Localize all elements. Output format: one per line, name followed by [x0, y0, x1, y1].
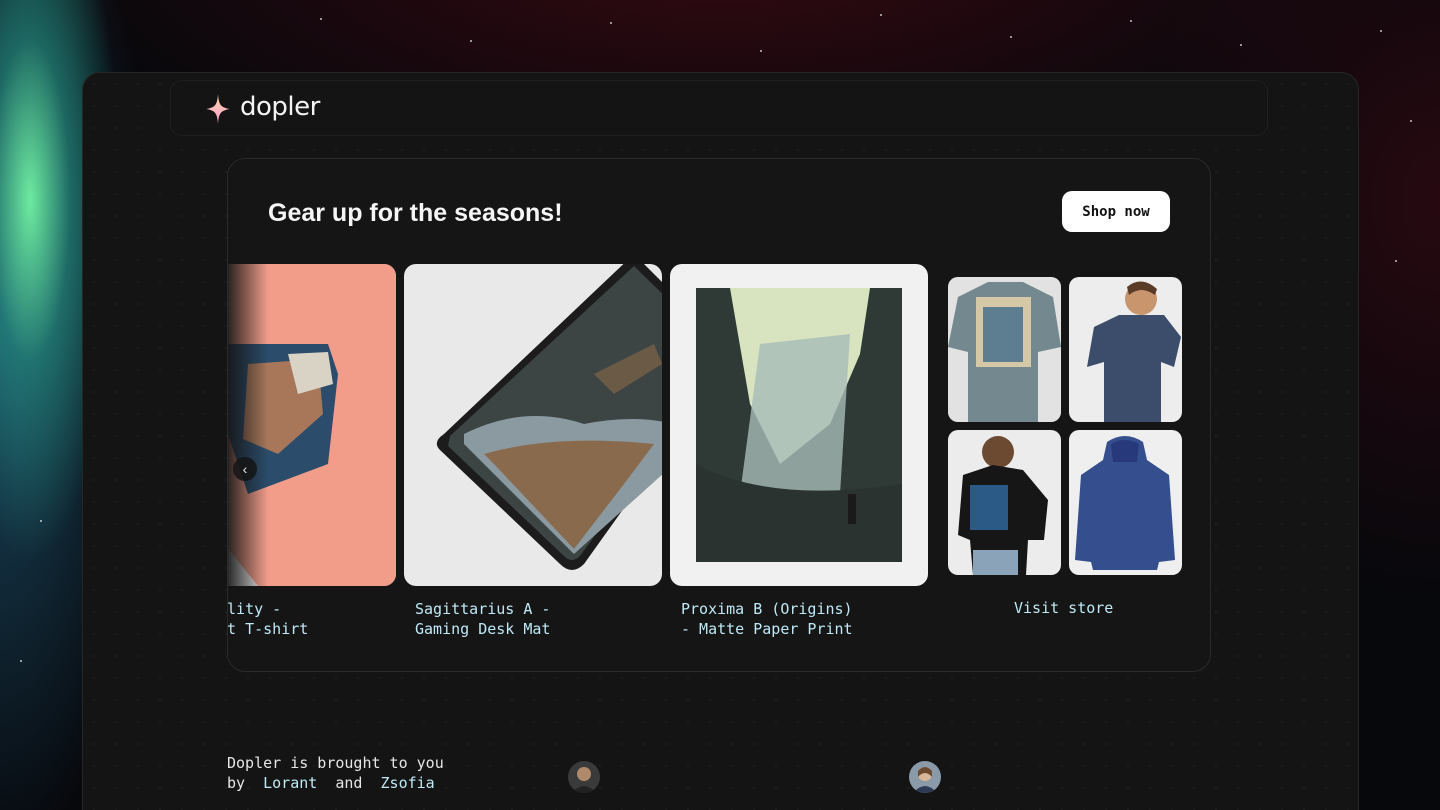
- avatar-zsofia[interactable]: [909, 761, 941, 793]
- store-thumb-hoodie-back[interactable]: [948, 430, 1061, 575]
- promo-title: Gear up for the seasons!: [268, 199, 563, 227]
- sparkle-logo-icon[interactable]: [206, 94, 230, 124]
- product-title-line: - Matte Paper Print: [681, 620, 853, 638]
- avatar-image: [909, 761, 941, 793]
- print-product-image: [670, 264, 928, 586]
- author-link-zsofia[interactable]: Zsofia: [381, 774, 435, 792]
- avatar-image: [568, 761, 600, 793]
- promo-section: Gear up for the seasons! Shop now ‹ lity…: [227, 158, 1211, 672]
- author-link-lorant[interactable]: Lorant: [263, 774, 317, 792]
- shop-now-button[interactable]: Shop now: [1062, 191, 1170, 232]
- product-card-desk-mat[interactable]: [404, 264, 662, 586]
- hoodie-blue-thumbnail: [1069, 430, 1182, 575]
- man-tshirt-thumbnail: [1069, 277, 1182, 422]
- chevron-left-icon[interactable]: ‹: [233, 457, 257, 481]
- store-thumb-hoodie-blue[interactable]: [1069, 430, 1182, 575]
- product-label-desk-mat[interactable]: Sagittarius A - Gaming Desk Mat: [415, 599, 550, 639]
- desk-mat-product-image: [404, 264, 662, 586]
- hoodie-back-thumbnail: [948, 430, 1061, 575]
- store-thumb-man-tshirt[interactable]: [1069, 277, 1182, 422]
- product-card-print[interactable]: [670, 264, 928, 586]
- avatar-lorant[interactable]: [568, 761, 600, 793]
- product-label-tshirt[interactable]: ality - ht T-shirt: [227, 599, 309, 639]
- tshirt-thumbnail: [948, 277, 1061, 422]
- store-thumb-tshirt[interactable]: [948, 277, 1061, 422]
- visit-store-link[interactable]: Visit store: [1014, 599, 1113, 617]
- app-logo-text[interactable]: dopler: [240, 92, 320, 122]
- product-title-line: Gaming Desk Mat: [415, 620, 551, 638]
- product-title-line: ality -: [227, 600, 282, 618]
- top-navigation-bar: [170, 80, 1268, 136]
- product-title-line: ht T-shirt: [227, 620, 309, 638]
- footer-line-1: Dopler is brought to you: [227, 754, 444, 772]
- footer-credits: Dopler is brought to you by Lorant and Z…: [227, 753, 444, 793]
- footer-by: by: [227, 774, 246, 792]
- product-title-line: Proxima B (Origins): [681, 600, 853, 618]
- product-label-print[interactable]: Proxima B (Origins) - Matte Paper Print: [681, 599, 853, 639]
- footer-and: and: [335, 774, 363, 792]
- product-title-line: Sagittarius A -: [415, 600, 551, 618]
- footer-line-2: by Lorant and Zsofia: [227, 773, 444, 793]
